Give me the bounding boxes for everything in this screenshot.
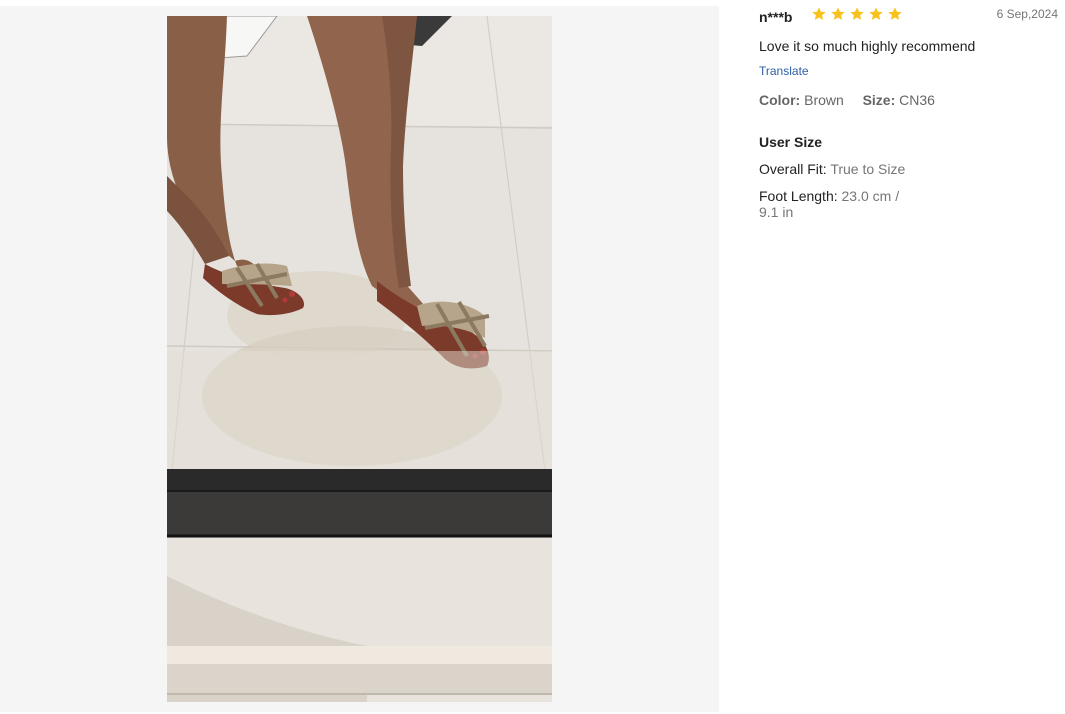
foot-length: Foot Length: 23.0 cm / 9.1 in bbox=[759, 188, 909, 220]
review-detail-page: n***b 6 Sep,2024 Love it so much highly … bbox=[0, 0, 1065, 714]
review-photo[interactable] bbox=[167, 16, 552, 702]
overall-fit-label: Overall Fit: bbox=[759, 161, 827, 177]
review-date: 6 Sep,2024 bbox=[996, 7, 1058, 21]
purchase-attributes: Color: Brown Size: CN36 bbox=[759, 92, 935, 108]
color-label: Color: bbox=[759, 92, 801, 108]
review-photo-illustration bbox=[167, 16, 552, 702]
user-size-title: User Size bbox=[759, 134, 823, 150]
review-header: n***b 6 Sep,2024 bbox=[759, 6, 1059, 26]
star-icon bbox=[888, 7, 902, 20]
reviewer-name: n***b bbox=[759, 9, 793, 25]
star-icon bbox=[812, 7, 826, 20]
star-icon bbox=[869, 7, 883, 20]
star-icon bbox=[831, 7, 845, 20]
size-label: Size: bbox=[862, 92, 896, 108]
review-text: Love it so much highly recommend bbox=[759, 38, 976, 54]
overall-fit: Overall Fit: True to Size bbox=[759, 161, 905, 177]
star-icon bbox=[850, 7, 864, 20]
star-rating bbox=[811, 6, 903, 22]
color-value: Brown bbox=[804, 92, 844, 108]
size-value: CN36 bbox=[899, 92, 935, 108]
translate-link[interactable]: Translate bbox=[759, 64, 809, 78]
image-viewer bbox=[0, 6, 719, 712]
overall-fit-value: True to Size bbox=[830, 161, 906, 177]
foot-length-label: Foot Length: bbox=[759, 188, 838, 204]
